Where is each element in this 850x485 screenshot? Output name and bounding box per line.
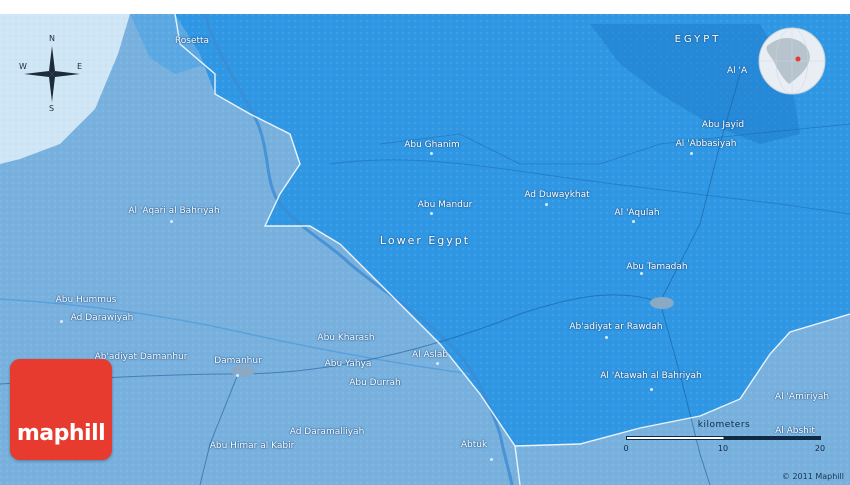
place-label: Rosetta xyxy=(174,36,210,46)
place-label: Abu Ghanim xyxy=(404,140,460,150)
compass-west: W xyxy=(19,62,27,71)
settlement-dot xyxy=(605,336,608,339)
globe-locator xyxy=(757,26,827,96)
place-label: Abu Tamadah xyxy=(626,262,688,272)
settlement-dot xyxy=(632,220,635,223)
place-label: Abu Himar al Kabir xyxy=(209,441,295,451)
place-label: Al Aslab xyxy=(411,350,449,360)
compass-east: E xyxy=(77,62,83,71)
place-label: Abtuk xyxy=(460,440,488,450)
settlement-dot xyxy=(650,388,653,391)
settlement-dot xyxy=(436,362,439,365)
place-label: Abu Kharash xyxy=(317,333,375,343)
place-label: Ad Darawiyah xyxy=(70,313,134,323)
place-label: Ad Daramalliyah xyxy=(289,427,365,437)
country-label: EGYPT xyxy=(674,34,722,45)
scale-tick: 10 xyxy=(717,444,729,453)
place-label: Al 'Amiriyah xyxy=(774,392,830,402)
settlement-dot xyxy=(490,458,493,461)
scale-bar: kilometers 0 10 20 xyxy=(618,420,830,460)
place-label: Abu Mandur xyxy=(417,200,473,210)
compass-south: S xyxy=(49,104,55,113)
compass-rose: N S E W xyxy=(14,34,90,113)
maphill-logo[interactable]: maphill xyxy=(10,359,112,460)
town-area xyxy=(650,297,674,309)
scale-tick: 20 xyxy=(814,444,826,453)
scale-title: kilometers xyxy=(697,420,751,430)
place-label: Abu Durrah xyxy=(349,378,401,388)
damanhur-dot xyxy=(236,374,239,377)
scale-tick: 0 xyxy=(623,444,629,453)
place-label: Al 'Aqari al Bahriyah xyxy=(128,206,220,216)
logo-text: maphill xyxy=(16,421,106,446)
settlement-dot xyxy=(60,320,63,323)
map-canvas[interactable]: N S E W EGYPT Lower Egypt Rosetta Abu Gh… xyxy=(0,14,850,485)
copyright-text: © 2011 Maphill xyxy=(781,472,844,481)
place-label: Al 'Atawah al Bahriyah xyxy=(600,371,702,381)
compass-north: N xyxy=(49,34,55,43)
scale-bar-graphic xyxy=(626,436,821,440)
place-label: Ab'adiyat ar Rawdah xyxy=(569,322,663,332)
settlement-dot xyxy=(430,212,433,215)
settlement-dot xyxy=(430,152,433,155)
settlement-dot xyxy=(170,220,173,223)
settlement-dot xyxy=(640,272,643,275)
place-label: Al 'Aqulah xyxy=(614,208,660,218)
place-label: Abu Yahya xyxy=(324,359,372,369)
place-label: Abu Jayid xyxy=(701,120,745,130)
settlement-dot xyxy=(545,203,548,206)
globe-icon xyxy=(758,27,826,95)
compass-icon xyxy=(24,46,80,102)
settlement-dot xyxy=(690,152,693,155)
damanhur-area xyxy=(231,365,255,377)
map-base xyxy=(0,14,850,485)
region-label: Lower Egypt xyxy=(379,234,471,247)
place-label: Abu Hummus xyxy=(55,295,117,305)
place-label: Al 'Abbasiyah xyxy=(675,139,737,149)
place-label: Al 'A xyxy=(727,66,748,76)
place-label: Damanhur xyxy=(214,356,262,366)
place-label: Ad Duwaykhat xyxy=(524,190,590,200)
